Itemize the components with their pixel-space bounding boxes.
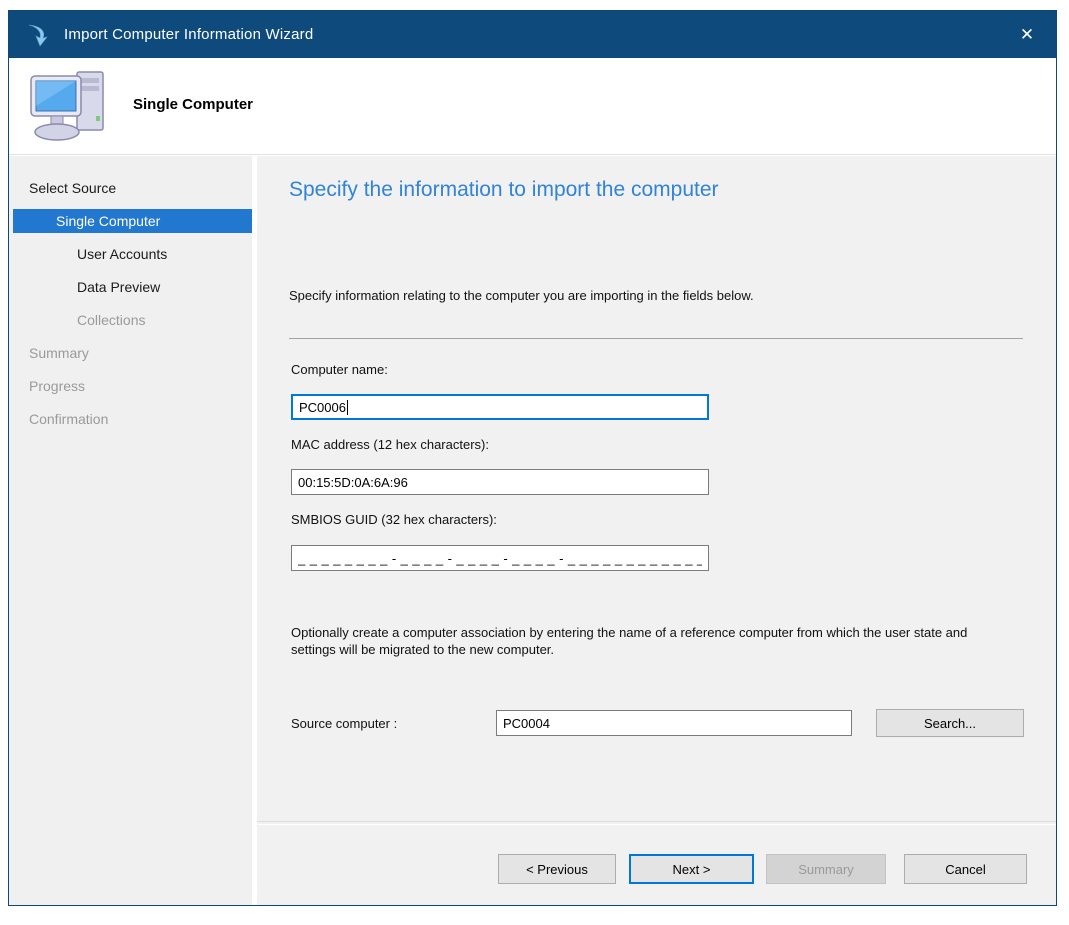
computer-name-input[interactable]: PC0006	[291, 394, 709, 420]
source-computer-input[interactable]: PC0004	[496, 710, 852, 736]
mac-address-label: MAC address (12 hex characters):	[291, 437, 489, 452]
computer-name-label: Computer name:	[291, 362, 388, 377]
text-caret	[347, 400, 348, 415]
step-select-source[interactable]: Select Source	[13, 176, 252, 200]
source-computer-label: Source computer :	[291, 716, 397, 731]
step-single-computer[interactable]: Single Computer	[13, 209, 252, 233]
step-list: Select Source Single Computer User Accou…	[9, 156, 252, 431]
step-data-preview[interactable]: Data Preview	[13, 275, 252, 299]
step-summary: Summary	[13, 341, 252, 365]
content-heading: Specify the information to import the co…	[289, 178, 719, 202]
summary-button: Summary	[766, 854, 886, 884]
step-user-accounts[interactable]: User Accounts	[13, 242, 252, 266]
step-progress: Progress	[13, 374, 252, 398]
next-button[interactable]: Next >	[629, 854, 754, 884]
wizard-content-pane: Specify the information to import the co…	[257, 156, 1056, 905]
import-arrow-icon	[26, 22, 52, 48]
mac-address-value: 00:15:5D:0A:6A:96	[298, 475, 408, 490]
step-collections: Collections	[13, 308, 252, 332]
previous-button[interactable]: < Previous	[498, 854, 616, 884]
section-divider	[289, 338, 1023, 339]
mac-address-input[interactable]: 00:15:5D:0A:6A:96	[291, 469, 709, 495]
window-title: Import Computer Information Wizard	[64, 26, 313, 43]
close-icon[interactable]: ✕	[1014, 23, 1040, 47]
step-confirmation: Confirmation	[13, 407, 252, 431]
computer-name-value: PC0006	[299, 400, 346, 415]
source-computer-value: PC0004	[503, 716, 550, 731]
title-bar: Import Computer Information Wizard ✕	[9, 11, 1056, 58]
computer-icon	[27, 66, 113, 146]
page-title: Single Computer	[133, 96, 253, 113]
association-note: Optionally create a computer association…	[291, 624, 1003, 658]
smbios-guid-label: SMBIOS GUID (32 hex characters):	[291, 512, 497, 527]
cancel-button[interactable]: Cancel	[904, 854, 1027, 884]
screenshot-stage: Import Computer Information Wizard ✕ Sin…	[0, 0, 1069, 925]
smbios-guid-input[interactable]: ________-____-____-____-____________	[291, 545, 709, 571]
wizard-steps-sidebar: Select Source Single Computer User Accou…	[9, 156, 252, 905]
intro-text: Specify information relating to the comp…	[289, 288, 754, 303]
wizard-window: Import Computer Information Wizard ✕ Sin…	[8, 10, 1057, 906]
search-button[interactable]: Search...	[876, 709, 1024, 737]
smbios-guid-mask: ________-____-____-____-____________	[298, 551, 702, 566]
wizard-body: Select Source Single Computer User Accou…	[9, 154, 1056, 905]
wizard-header: Single Computer	[9, 58, 1056, 154]
footer-divider	[257, 821, 1056, 825]
